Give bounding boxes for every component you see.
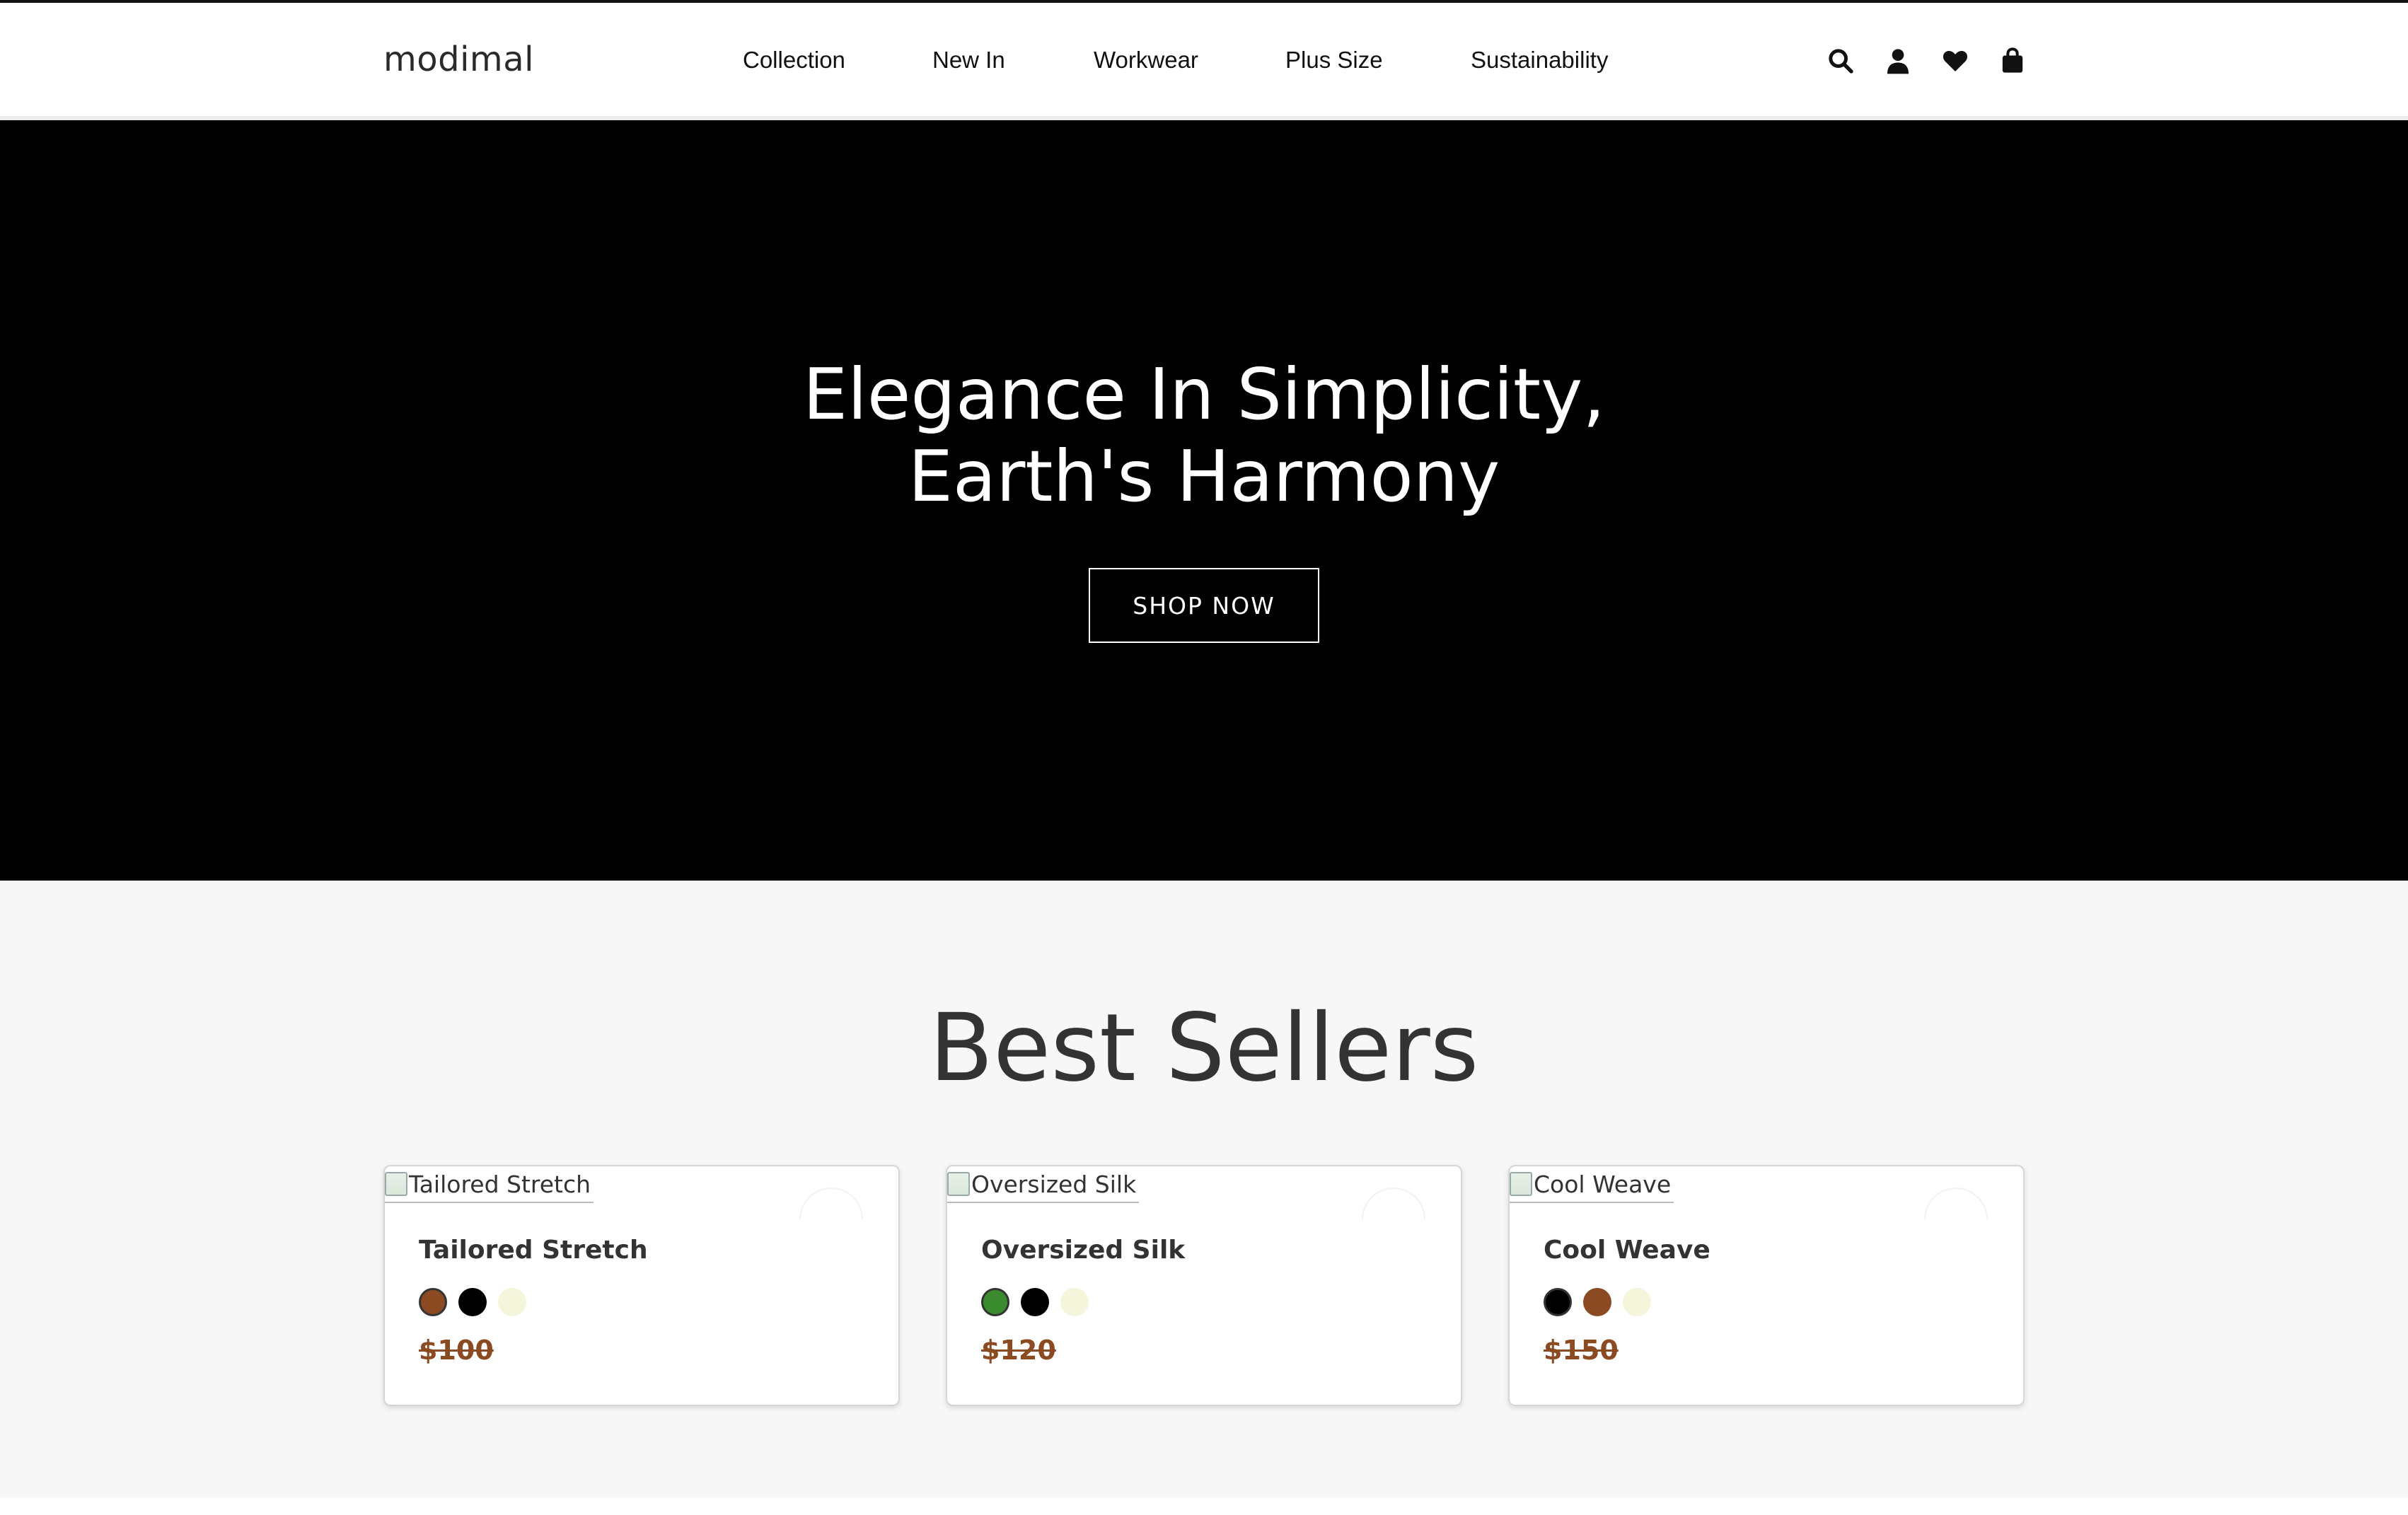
product-name[interactable]: Tailored Stretch xyxy=(419,1236,648,1265)
color-swatch[interactable] xyxy=(1060,1288,1089,1316)
hero-title-line-2: Earth's Harmony xyxy=(908,435,1500,518)
product-card[interactable]: Tailored Stretch Tailored Stretch $100 xyxy=(383,1165,900,1406)
best-sellers-section: Best Sellers Tailored Stretch Tailored S… xyxy=(0,881,2408,1497)
product-image-alt: Tailored Stretch xyxy=(409,1170,591,1198)
heart-icon[interactable] xyxy=(1940,45,1971,76)
product-price: $100 xyxy=(419,1335,494,1366)
hero-title-line-1: Elegance In Simplicity, xyxy=(802,353,1606,436)
section-title: Best Sellers xyxy=(929,994,1479,1103)
product-name[interactable]: Oversized Silk xyxy=(981,1236,1185,1265)
site-header: modimal Collection New In Workwear Plus … xyxy=(0,0,2408,120)
nav-item-workwear[interactable]: Workwear xyxy=(1094,47,1198,74)
search-icon[interactable] xyxy=(1825,45,1856,76)
brand-logo[interactable]: modimal xyxy=(383,40,534,79)
color-swatch[interactable] xyxy=(1544,1288,1572,1316)
broken-image-icon xyxy=(947,1172,970,1196)
color-swatch[interactable] xyxy=(1623,1288,1651,1316)
product-image[interactable]: Oversized Silk xyxy=(947,1166,1140,1203)
hero-title: Elegance In Simplicity, Earth's Harmony xyxy=(0,354,2408,518)
shop-now-button[interactable]: SHOP NOW xyxy=(1089,568,1319,643)
shopping-bag-icon[interactable] xyxy=(1997,45,2028,76)
hero-banner: Elegance In Simplicity, Earth's Harmony … xyxy=(0,120,2408,881)
wishlist-button[interactable] xyxy=(799,1188,863,1219)
nav-item-new-in[interactable]: New In xyxy=(932,47,1005,74)
nav-item-collection[interactable]: Collection xyxy=(743,47,845,74)
color-swatch[interactable] xyxy=(1583,1288,1611,1316)
product-image-alt: Oversized Silk xyxy=(971,1170,1137,1198)
wishlist-button[interactable] xyxy=(1362,1188,1425,1219)
wishlist-button[interactable] xyxy=(1924,1188,1988,1219)
nav-item-plus-size[interactable]: Plus Size xyxy=(1285,47,1383,74)
color-swatch[interactable] xyxy=(981,1288,1009,1316)
color-swatch[interactable] xyxy=(458,1288,487,1316)
product-card[interactable]: Oversized Silk Oversized Silk $120 xyxy=(946,1165,1462,1406)
color-swatch[interactable] xyxy=(1021,1288,1049,1316)
product-image-alt: Cool Weave xyxy=(1534,1170,1672,1198)
product-price: $150 xyxy=(1544,1335,1619,1366)
color-swatch[interactable] xyxy=(498,1288,526,1316)
product-name[interactable]: Cool Weave xyxy=(1544,1236,1711,1265)
user-icon[interactable] xyxy=(1882,45,1914,76)
color-swatch[interactable] xyxy=(419,1288,447,1316)
product-image[interactable]: Cool Weave xyxy=(1510,1166,1674,1203)
product-card[interactable]: Cool Weave Cool Weave $150 xyxy=(1508,1165,2025,1406)
product-image[interactable]: Tailored Stretch xyxy=(385,1166,594,1203)
broken-image-icon xyxy=(385,1172,407,1196)
product-price: $120 xyxy=(981,1335,1056,1366)
nav-item-sustainability[interactable]: Sustainability xyxy=(1471,47,1608,74)
broken-image-icon xyxy=(1510,1172,1532,1196)
